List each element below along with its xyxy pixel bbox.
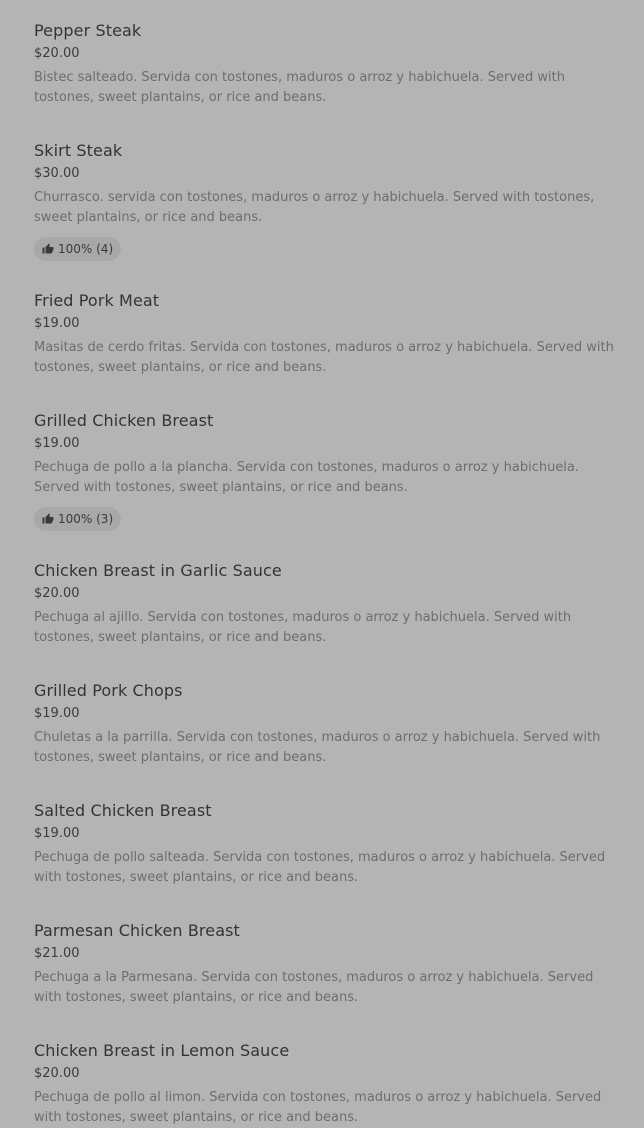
item-price: $30.00 [34,166,80,181]
item-description: Churrasco. servida con tostones, maduros… [34,190,595,225]
item-spacer [34,261,618,289]
menu-item-chicken-breast-garlic-sauce[interactable]: Chicken Breast in Garlic Sauce $20.00 Pe… [34,559,618,648]
item-spacer [34,108,618,139]
rating-badge: 100% (4) [34,237,122,261]
thumbs-up-icon [42,513,54,524]
item-name: Chicken Breast in Garlic Sauce [34,561,282,580]
item-description: Bistec salteado. Servida con tostones, m… [34,70,565,105]
item-spacer [34,531,618,559]
menu-list: Pepper Steak $20.00 Bistec salteado. Ser… [34,19,618,1128]
menu-item-salted-chicken-breast[interactable]: Salted Chicken Breast $19.00 Pechuga de … [34,799,618,888]
item-name: Salted Chicken Breast [34,801,212,820]
item-name: Pepper Steak [34,21,142,40]
item-description: Masitas de cerdo fritas. Servida con tos… [34,340,614,375]
thumbs-up-icon [42,243,54,254]
item-name: Parmesan Chicken Breast [34,921,240,940]
item-name: Fried Pork Meat [34,291,160,310]
rating-text: 100% (3) [58,512,114,526]
item-spacer [34,768,618,799]
item-description: Pechuga de pollo a la plancha. Servida c… [34,460,580,495]
rating-badge: 100% (3) [34,507,122,531]
item-price: $20.00 [34,586,80,601]
item-spacer [34,378,618,409]
menu-item-skirt-steak[interactable]: Skirt Steak $30.00 Churrasco. servida co… [34,139,618,261]
menu-item-pepper-steak[interactable]: Pepper Steak $20.00 Bistec salteado. Ser… [34,19,618,108]
item-name: Grilled Pork Chops [34,681,183,700]
item-description: Pechuga al ajillo. Servida con tostones,… [34,610,572,645]
menu-item-grilled-pork-chops[interactable]: Grilled Pork Chops $19.00 Chuletas a la … [34,679,618,768]
item-price: $19.00 [34,706,80,721]
menu-item-chicken-breast-lemon-sauce[interactable]: Chicken Breast in Lemon Sauce $20.00 Pec… [34,1039,618,1128]
item-spacer [34,888,618,919]
item-price: $19.00 [34,436,80,451]
menu-item-grilled-chicken-breast[interactable]: Grilled Chicken Breast $19.00 Pechuga de… [34,409,618,531]
menu-item-parmesan-chicken-breast[interactable]: Parmesan Chicken Breast $21.00 Pechuga a… [34,919,618,1008]
item-price: $20.00 [34,46,80,61]
item-name: Chicken Breast in Lemon Sauce [34,1041,290,1060]
item-spacer [34,1008,618,1039]
item-description: Chuletas a la parrilla. Servida con tost… [34,730,601,765]
rating-text: 100% (4) [58,242,114,256]
item-spacer [34,648,618,679]
menu-item-fried-pork-meat[interactable]: Fried Pork Meat $19.00 Masitas de cerdo … [34,289,618,378]
item-price: $21.00 [34,946,80,961]
item-name: Grilled Chicken Breast [34,411,214,430]
item-price: $19.00 [34,316,80,331]
item-description: Pechuga de pollo al limon. Servida con t… [34,1090,602,1125]
item-price: $19.00 [34,826,80,841]
item-description: Pechuga de pollo salteada. Servida con t… [34,850,606,885]
item-name: Skirt Steak [34,141,123,160]
item-price: $20.00 [34,1066,80,1081]
item-description: Pechuga a la Parmesana. Servida con tost… [34,970,594,1005]
